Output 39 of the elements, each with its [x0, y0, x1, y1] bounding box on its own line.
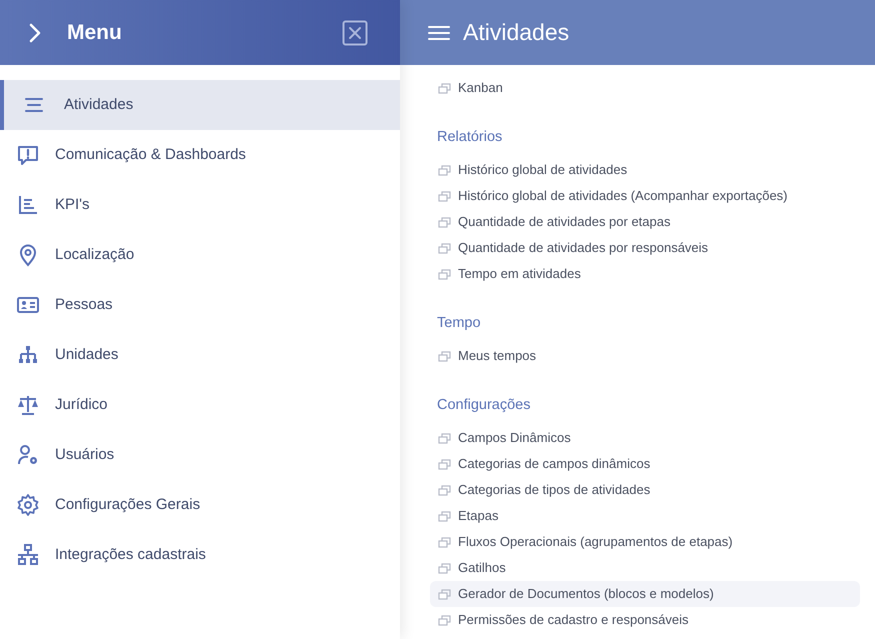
menu-item[interactable]: Localização — [0, 230, 400, 280]
windows-icon — [438, 510, 451, 522]
panel-title: Atividades — [463, 18, 570, 48]
windows-icon — [438, 216, 451, 228]
scales-icon — [16, 393, 40, 417]
menu-item[interactable]: KPI's — [0, 180, 400, 230]
windows-icon — [438, 164, 451, 176]
menu-item[interactable]: Integrações cadastrais — [0, 530, 400, 580]
menu-item[interactable]: Configurações Gerais — [0, 480, 400, 530]
windows-icon — [438, 588, 451, 600]
windows-icon — [438, 242, 451, 254]
user-gear-icon — [16, 443, 40, 467]
menu-item[interactable]: Unidades — [0, 330, 400, 380]
menu-item[interactable]: Atividades — [0, 80, 400, 130]
menu-item[interactable]: Pessoas — [0, 280, 400, 330]
windows-icon — [438, 458, 451, 470]
windows-icon — [438, 562, 451, 574]
menu-item[interactable]: Comunicação & Dashboards — [0, 130, 400, 180]
windows-icon — [438, 484, 451, 496]
section-heading: Tempo — [436, 314, 482, 334]
section-heading: Configurações — [436, 396, 532, 416]
gear-icon — [16, 493, 40, 517]
speech-bubble-icon — [16, 143, 40, 167]
close-icon[interactable] — [342, 20, 368, 46]
section-heading: Relatórios — [436, 128, 504, 148]
list-chart-icon — [16, 193, 40, 217]
windows-icon — [438, 190, 451, 202]
windows-icon — [438, 82, 451, 94]
submenu-link[interactable]: Gerador de Documentos (blocos e modelos) — [430, 581, 860, 607]
menu-icon[interactable] — [428, 24, 450, 40]
windows-icon — [438, 432, 451, 444]
windows-icon — [438, 350, 451, 362]
windows-icon — [438, 536, 451, 548]
menu-title: Menu — [67, 20, 122, 46]
windows-icon — [438, 614, 451, 626]
windows-icon — [438, 268, 451, 280]
menu-item[interactable]: Jurídico — [0, 380, 400, 430]
menu-item[interactable]: Usuários — [0, 430, 400, 480]
network-icon — [16, 543, 40, 567]
